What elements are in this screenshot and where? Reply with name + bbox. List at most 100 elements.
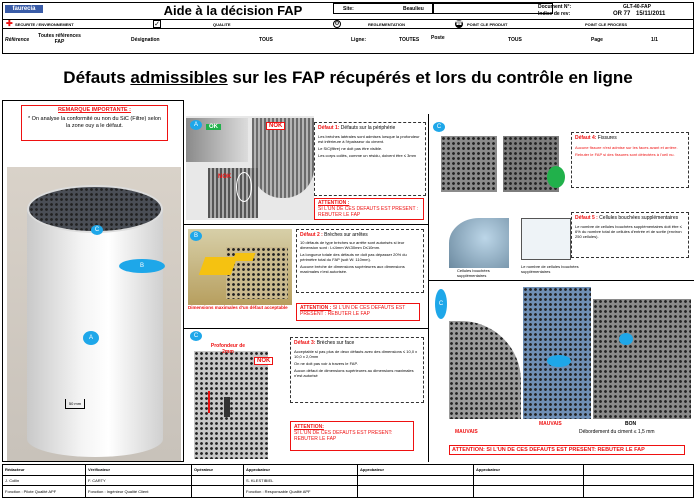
defect-2-box: Défaut 2 : Brèches sur arrêtes 10 défaut… — [296, 229, 424, 293]
section-c1-badge: C — [190, 331, 202, 341]
footer-label-1: Rédacteur — [5, 467, 25, 472]
cement-note: Débordement du ciment ≤ 1,5 mm — [579, 429, 655, 435]
safety-label: SECURITE / ENVIRONNEMENT — [15, 22, 74, 27]
fap-photo: C B A 50 mm — [7, 167, 181, 461]
phone-icon: ☎ — [455, 20, 463, 28]
section-c4: C MAUVAIS MAUVAIS BON Débordement du cim… — [428, 280, 694, 462]
designation-label: Désignation — [131, 37, 160, 43]
page-value: 1/1 — [651, 37, 658, 43]
defect-5-bullet-1: Le nombre de cellules bouchées supplémen… — [575, 224, 682, 239]
blue-marker-2 — [619, 333, 633, 345]
defect-2-bullet-2: La longueur totale des défauts ne doit p… — [300, 252, 407, 262]
defect-1-title: Défaut 1: — [318, 125, 340, 131]
zone-a-badge: A — [83, 331, 99, 345]
defect-2-bullet-3: Aucune brèche de dimensions supérieures … — [300, 264, 405, 274]
footer-sub-2: Fonction : Ingénieur Qualité Client — [88, 489, 149, 494]
footer-value-2: F. CARTY — [88, 478, 106, 483]
quality-label: QUALITE — [213, 22, 231, 27]
defect-3-bullet-2: On ne doit pas voir à travers le FAP. — [294, 361, 358, 366]
edition-label: Indice de rev: — [538, 11, 571, 17]
section-a-badge: A — [190, 120, 202, 130]
defect-3-title: Défaut 3: — [294, 340, 316, 346]
defect-4-bullet-1: Aucune fissure n'est admise sur les face… — [575, 145, 678, 150]
dimension-marker: 50 mm — [65, 399, 85, 409]
line-value: TOUTES — [399, 37, 420, 43]
defect-5-title-rest: Cellules bouchées supplémentaires — [599, 215, 679, 221]
footer-label-3: Opérateur — [194, 467, 214, 472]
footer-sub-1: Fonction : Pilote Qualité APF — [5, 489, 57, 494]
bad-label-2: MAUVAIS — [539, 421, 562, 427]
date-value: 15/11/2011 — [636, 11, 666, 17]
nok-label-2: NOK — [218, 174, 232, 180]
defect-5-box: Défaut 5 : Cellules bouchées supplémenta… — [571, 212, 689, 258]
station-label: Poste — [431, 35, 445, 41]
check-icon: ✓ — [153, 20, 161, 28]
depth-label: Profondeur de 2mm — [210, 343, 246, 355]
footer-value-4: S. KLESTIBIEL — [246, 478, 274, 483]
section-c2: C Cellules bouchées supplémentaires Le n… — [428, 114, 694, 280]
section-c4-attention: ATTENTION: SI L'UN DE CES DEFAUTS EST PR… — [449, 445, 685, 455]
section-c2-caption-2: Le nombre de cellules bouchées supplémen… — [521, 264, 579, 274]
footer-value-1: J. Collin — [5, 478, 20, 483]
defect-1-attention: ATTENTION : SI L'UN DE CES DEFAUTS EST P… — [314, 198, 424, 220]
good-label: BON — [625, 421, 637, 427]
section-c1-photo — [194, 351, 268, 459]
logo: faurecia — [5, 5, 43, 13]
site-value: Beaulieu — [403, 6, 424, 12]
gear-circle-icon: ⚙ — [333, 20, 341, 28]
defect-1-box: Défaut 1: Défauts sur la périphérie Les … — [314, 122, 426, 196]
doc-number-value: GLT-40-FAP — [623, 4, 651, 10]
zone-c-badge: C — [91, 225, 103, 235]
defect-1-bullet-3: Les corps collés, comme un résidu, doive… — [318, 153, 417, 158]
defect-4-box: Défaut 4: Fissures Aucune fissure n'est … — [571, 132, 689, 188]
main-title-part1: Défauts — [63, 68, 131, 87]
document-header: faurecia Aide à la décision FAP Site: Be… — [2, 2, 694, 54]
defect-2-attention: ATTENTION : SI L'UN DE CES DEFAUTS EST P… — [296, 303, 420, 321]
site-label: Site: — [343, 6, 354, 12]
edition-value: OR 77 — [613, 11, 631, 17]
document-footer: Rédacteur J. Collin Fonction : Pilote Qu… — [2, 464, 694, 498]
zone-b-badge: B — [119, 259, 165, 273]
section-b-badge: B — [190, 231, 202, 241]
section-b-caption: Dimensions maximales d'un défaut accepta… — [188, 305, 288, 310]
designation-value: TOUS — [259, 37, 273, 43]
defect-3-title-rest: Brèches sur face — [316, 340, 355, 346]
defect-2-bullet-1: 10 défauts de type brèches sur arrête so… — [300, 240, 405, 250]
line-label: Ligne: — [351, 37, 366, 43]
process-key-label: POINT CLE PROCESS — [585, 22, 628, 27]
reference-value: Toutes références FAP — [38, 33, 81, 45]
section-a: A OK NOK NOK Défaut 1: Défauts sur la pé… — [184, 114, 428, 224]
page-label: Page — [591, 37, 603, 43]
bad-label-1: MAUVAIS — [455, 429, 478, 435]
section-a-photos: A OK NOK NOK — [186, 116, 314, 220]
red-cross-icon: ✚ — [6, 19, 13, 28]
defect-2-title-rest: Brèches sur arrêtes — [324, 232, 368, 238]
left-panel: REMARQUE IMPORTANTE : * On analyse la co… — [2, 100, 184, 462]
defect-4-title-rest: Fissures — [597, 135, 617, 141]
section-c2-photo-1 — [441, 136, 497, 192]
remark-box: REMARQUE IMPORTANTE : * On analyse la co… — [21, 105, 168, 141]
main-title-part3: sur les FAP récupérés et lors du contrôl… — [227, 68, 633, 87]
regulation-label: REGLEMENTATION — [368, 22, 405, 27]
section-c4-photo-2 — [523, 287, 591, 419]
defect-3-bullet-3: Aucun défaut de dimensions supérieures a… — [294, 368, 414, 378]
main-title-emphasis: admissibles — [130, 68, 228, 87]
defect-3-box: Défaut 3: Brèches sur face Acceptable si… — [290, 337, 424, 403]
attention-text: SI L'UN DE CES DEFAUTS EST PRESENT : REB… — [318, 206, 419, 218]
section-c2-diagram-2 — [521, 218, 571, 260]
section-c2-badge: C — [433, 122, 445, 132]
page-title: Aide à la décision FAP — [163, 3, 303, 18]
section-b: B Dimensions maximales d'un défaut accep… — [184, 224, 428, 328]
station-value: TOUS — [508, 37, 522, 43]
defect-1-title-rest: Défauts sur la périphérie — [340, 125, 396, 131]
remark-text: * On analyse la conformité ou non du SiC… — [28, 116, 161, 129]
defect-4-title: Défaut 4: — [575, 135, 597, 141]
doc-number-label: Document N°: — [538, 4, 572, 10]
defect-1-bullet-1: Les brèches latérales sont admises lorsq… — [318, 134, 420, 144]
footer-label-5: Approbateur — [360, 467, 384, 472]
section-c4-badge: C — [435, 289, 447, 319]
nok-label-c1: NOK — [254, 357, 274, 365]
blue-marker-1 — [547, 355, 571, 367]
defect-1-bullet-2: Le SiC(filtre) ne doit pas être visible. — [318, 146, 383, 151]
product-key-label: POINT CLE PRODUIT — [467, 22, 508, 27]
